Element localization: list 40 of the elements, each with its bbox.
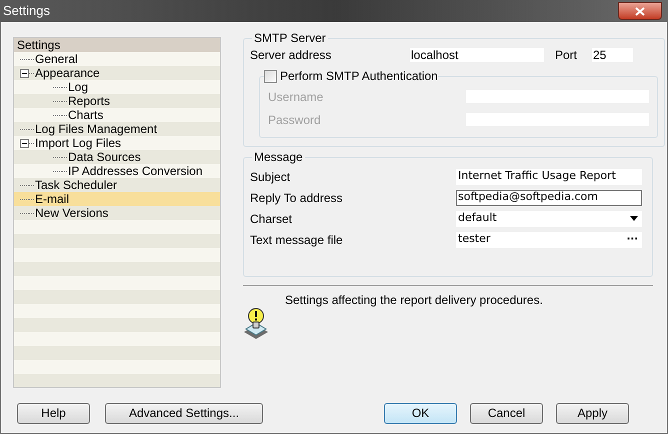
dialog-button[interactable]: Apply <box>556 402 629 424</box>
dropdown-arrow-icon[interactable] <box>630 216 638 221</box>
group-title: Message <box>253 149 304 166</box>
collapse-icon[interactable] <box>20 138 29 148</box>
dropdown[interactable]: default <box>456 210 642 226</box>
browse-button[interactable]: ··· <box>626 234 638 244</box>
lightbulb-icon <box>243 307 269 339</box>
checkbox-label: Perform SMTP Authentication <box>280 68 438 85</box>
close-icon <box>635 6 645 16</box>
field-label: Subject <box>250 168 292 186</box>
field-label: Text message file <box>250 232 344 248</box>
info-text: Settings affecting the report delivery procedures. <box>285 292 543 309</box>
window-title: Settings <box>3 2 50 20</box>
group-title: SMTP Server <box>253 30 327 47</box>
collapse-icon[interactable] <box>20 68 29 78</box>
checkbox[interactable] <box>264 70 277 82</box>
dialog-button[interactable]: Cancel <box>470 402 543 424</box>
tree-root: Settings <box>14 38 220 52</box>
input-field[interactable]: localhost <box>410 48 544 62</box>
dialog-button[interactable]: OK <box>384 402 457 424</box>
tree-item[interactable]: Log Files Management <box>14 122 220 136</box>
dialog-button[interactable]: Help <box>17 402 90 424</box>
field-label: Password <box>268 112 322 128</box>
dialog-button[interactable]: Advanced Settings... <box>105 402 263 424</box>
field-label: Username <box>268 88 324 106</box>
input-field[interactable]: softpedia@softpedia.com <box>456 190 642 206</box>
tree-item[interactable]: Appearance <box>14 66 220 80</box>
tree-item[interactable]: Task Scheduler <box>14 178 220 192</box>
input-field[interactable]: tester ··· <box>456 232 642 248</box>
close-button[interactable] <box>618 2 662 20</box>
field-label: Port <box>555 47 578 64</box>
field-label: Charset <box>250 210 294 228</box>
tree-item[interactable]: New Versions <box>14 206 220 220</box>
input-field[interactable]: 25 <box>592 48 633 62</box>
field-label: Reply To address <box>250 190 344 206</box>
tree-item[interactable]: Reports <box>14 94 220 108</box>
tree-item[interactable]: E-mail <box>14 192 220 206</box>
field-label: Server address <box>250 47 332 64</box>
tree-item[interactable]: Data Sources <box>14 150 220 164</box>
input-field[interactable]: Internet Traffic Usage Report <box>456 168 642 184</box>
